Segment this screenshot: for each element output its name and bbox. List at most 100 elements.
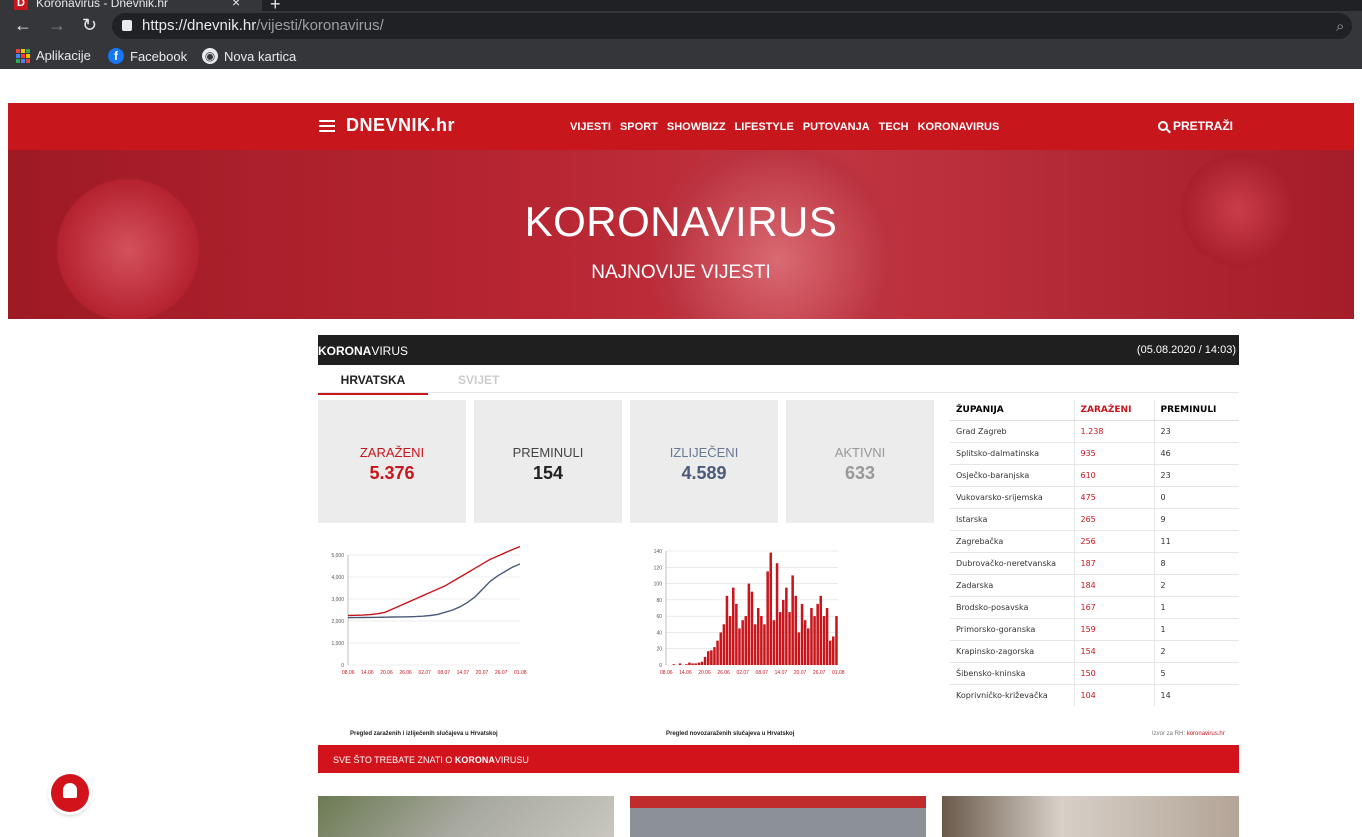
site-logo[interactable]: DNEVNIK.hr [346,115,455,136]
stat-value: 154 [532,463,564,483]
county-infected: 154 [1073,639,1154,662]
x-tick-label: 20.06 [698,670,711,676]
bar [703,656,707,665]
county-name: Vukovarsko-srijemska [950,485,1074,508]
table-row: Vukovarsko-srijemska 475 0 [950,485,1239,508]
bookmark-label: Nova kartica [224,48,297,64]
source-link[interactable]: koronavirus.hr [1187,731,1225,737]
article-thumbnail[interactable] [942,796,1239,837]
bar [819,595,823,665]
table-row: Koprivničko-križevačka 104 14 [950,683,1239,706]
bookmark-facebook[interactable]: f Facebook [108,48,187,64]
county-deceased: 23 [1153,463,1239,486]
county-infected: 167 [1073,595,1154,618]
county-infected: 150 [1073,661,1154,684]
y-tick-label: 60 [656,614,662,620]
stat-label: PREMINULI [512,445,584,460]
bar [835,616,838,665]
bar [672,664,676,665]
nav-item-lifestyle[interactable]: LIFESTYLE [735,121,794,133]
table-row: Istarska 265 9 [950,507,1239,530]
tab-svijet[interactable]: SVIJET [458,373,499,387]
bar [725,595,729,665]
bar [772,620,776,665]
county-name: Koprivničko-križevačka [950,683,1074,706]
reload-icon[interactable]: ↻ [82,15,97,36]
bar [738,628,741,665]
x-tick-label: 08.06 [342,670,355,676]
x-tick-label: 26.06 [717,670,730,676]
county-table: ŽUPANIJA ZARAŽENI PREMINULI Grad Zagreb 1… [950,400,1239,706]
nav-item-koronavirus[interactable]: KORONAVIRUS [918,121,1000,133]
table-header-row: ŽUPANIJA ZARAŽENI PREMINULI [950,400,1239,421]
bar [788,612,791,665]
article-thumbnail[interactable] [318,796,614,837]
county-name: Osječko-baranjska [950,463,1074,486]
table-row: Brodsko-posavska 167 1 [950,595,1239,618]
bar [807,628,810,665]
county-deceased: 23 [1153,419,1239,442]
x-tick-label: 20.07 [794,670,807,676]
nav-item-vijesti[interactable]: VIJESTI [570,121,611,133]
zoom-icon[interactable]: ⌕ [1336,18,1344,35]
bookmark-apps[interactable]: Aplikacije [16,48,91,63]
county-deceased: 46 [1153,441,1239,464]
bar [744,616,748,665]
nav-item-tech[interactable]: TECH [879,121,909,133]
x-tick-label: 14.07 [775,670,788,676]
dnevnik-favicon-icon: D [14,0,28,10]
hamburger-menu-icon[interactable] [319,120,335,132]
bar [732,587,735,665]
stat-box-preminuli: PREMINULI 154 [474,400,622,523]
address-bar[interactable]: https://dnevnik.hr/vijesti/koronavirus/ [112,13,1352,39]
bar [678,663,682,665]
x-tick-label: 02.07 [418,670,431,676]
bar [763,624,766,665]
x-tick-label: 02.07 [736,670,749,676]
facebook-icon: f [108,48,124,64]
article-thumbnail[interactable] [630,796,926,837]
bar [697,662,701,665]
nav-item-putovanja[interactable]: PUTOVANJA [803,121,870,133]
data-source: Izvor za RH: koronavirus.hr [1152,731,1225,737]
county-infected: 475 [1073,485,1154,508]
table-row: Zagrebačka 256 11 [950,529,1239,552]
county-deceased: 14 [1153,683,1239,706]
back-arrow-icon[interactable]: ← [14,15,32,36]
bar [735,603,738,665]
notification-bell-icon[interactable] [51,774,89,812]
bar [728,616,732,665]
table-row: Primorsko-goranska 159 1 [950,617,1239,640]
bookmark-new-tab[interactable]: ◉ Nova kartica [202,48,296,64]
x-tick-label: 01.08 [832,670,845,676]
stat-box-izlijeceni: IZLIJEČENI 4.589 [630,400,778,523]
county-deceased: 0 [1153,485,1239,508]
x-tick-label: 26.07 [813,670,826,676]
search-button[interactable]: PRETRAŽI [1158,119,1233,133]
y-tick-label: 4,000 [331,575,344,581]
forward-arrow-icon[interactable]: → [48,15,66,36]
tab-hrvatska[interactable]: HRVATSKA [318,373,428,395]
browser-tab[interactable]: D Koronavirus - Dnevnik.hr × [0,0,262,11]
bar [775,563,779,665]
bar [785,587,788,665]
county-name: Primorsko-goranska [950,617,1074,640]
county-infected: 159 [1073,617,1154,640]
bar [797,632,801,665]
x-tick-label: 20.06 [380,670,393,676]
bar [800,603,804,665]
bar [750,591,754,665]
stat-box-aktivni: AKTIVNI 633 [786,400,934,523]
bar [694,663,697,665]
y-tick-label: 1,000 [331,641,344,647]
table-row: Šibensko-kninska 150 5 [950,661,1239,684]
bar [685,664,688,665]
county-infected: 1.238 [1073,419,1154,442]
nav-item-showbizz[interactable]: SHOWBIZZ [667,121,726,133]
info-bar[interactable]: SVE ŠTO TREBATE ZNATI O KORONAVIRUSU [318,745,1239,773]
tab-close-icon[interactable]: × [232,0,240,10]
corona-widget-header: KORONAVIRUS (05.08.2020 / 14:03) [318,335,1239,365]
bar [778,612,782,665]
nav-item-sport[interactable]: SPORT [620,121,658,133]
county-infected: 256 [1073,529,1154,552]
